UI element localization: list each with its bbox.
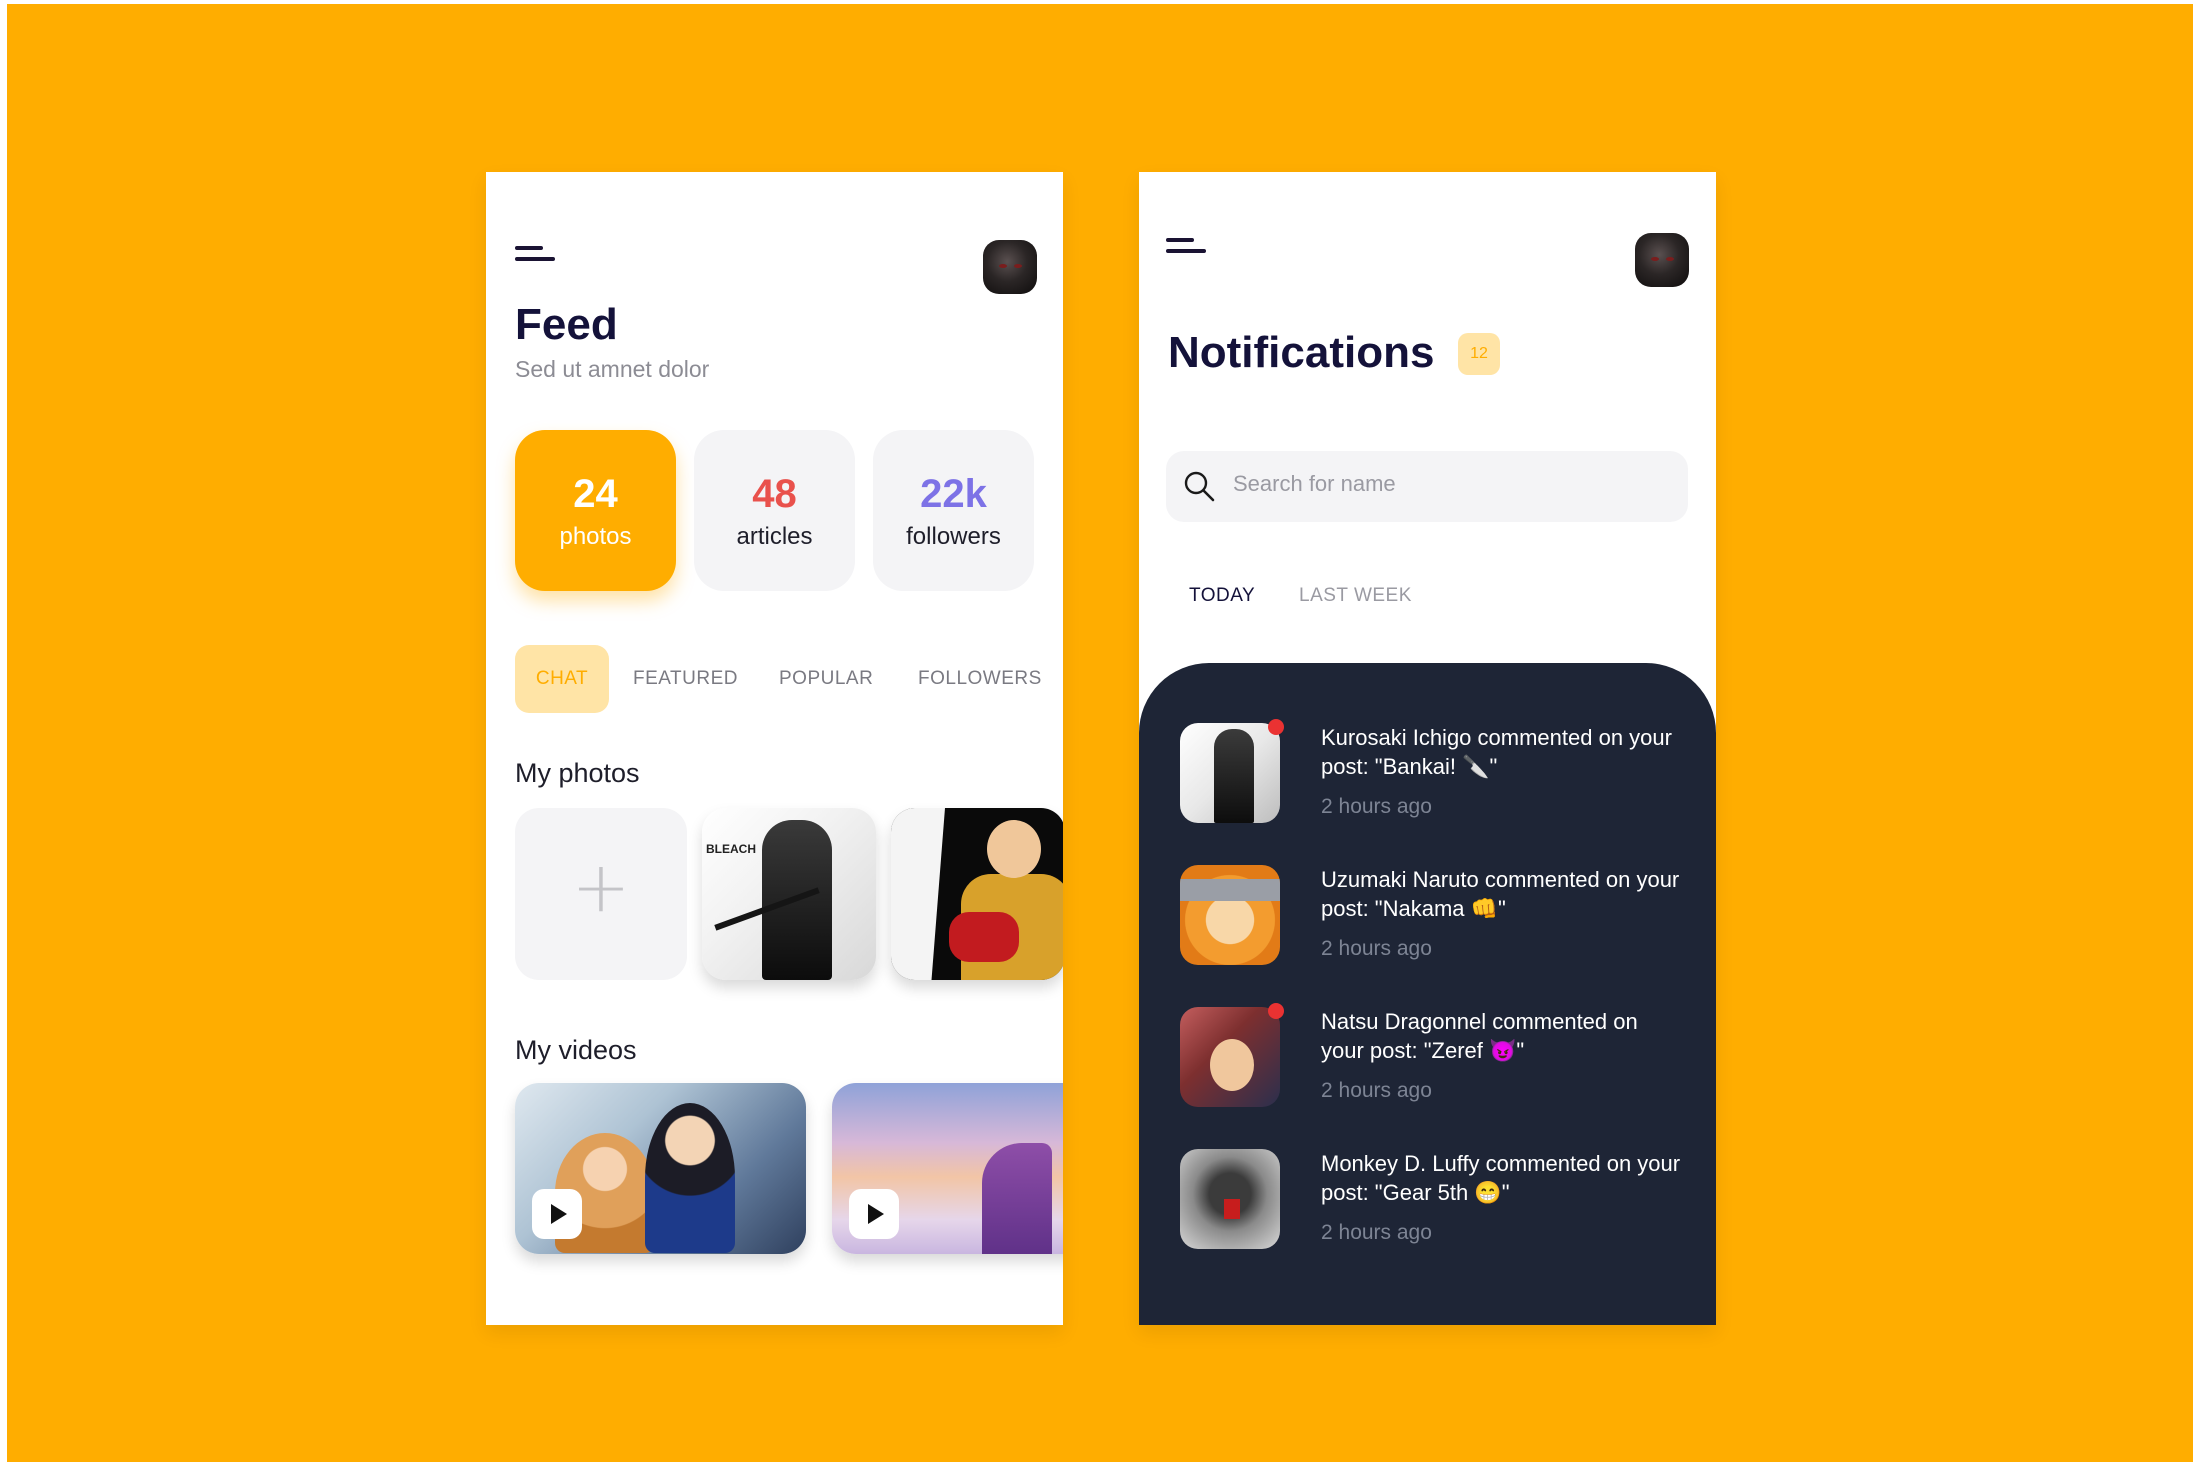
notification-text: Uzumaki Naruto commented on your post: "… bbox=[1321, 867, 1680, 921]
video-character bbox=[645, 1103, 735, 1253]
notification-time: 2 hours ago bbox=[1321, 795, 1432, 818]
photo-glove bbox=[949, 912, 1019, 962]
my-photos-heading: My photos bbox=[515, 758, 640, 788]
photo-logo-text: BLEACH bbox=[706, 842, 756, 856]
tab-popular[interactable]: POPULAR bbox=[779, 645, 873, 713]
unread-dot bbox=[1268, 719, 1284, 735]
stat-followers-value: 22k bbox=[920, 472, 987, 516]
notification-time: 2 hours ago bbox=[1321, 1079, 1432, 1102]
stat-photos-value: 24 bbox=[573, 472, 618, 516]
page-subtitle: Sed ut amnet dolor bbox=[515, 356, 710, 382]
play-icon[interactable] bbox=[532, 1189, 582, 1239]
photo-thumbnail[interactable]: BLEACH bbox=[702, 808, 876, 980]
notification-avatar[interactable] bbox=[1180, 1149, 1280, 1249]
search-icon bbox=[1184, 471, 1215, 502]
tab-today[interactable]: TODAY bbox=[1189, 585, 1255, 607]
notifications-screen: Notifications 12 Search for name TODAY L… bbox=[1139, 172, 1716, 1325]
page-title: Feed bbox=[515, 300, 618, 349]
video-thumbnail[interactable] bbox=[832, 1083, 1063, 1254]
unread-dot bbox=[1268, 1003, 1284, 1019]
stat-articles-label: articles bbox=[736, 523, 813, 550]
tab-chat[interactable]: CHAT bbox=[515, 645, 609, 713]
notification-text: Natsu Dragonnel commented on your post: … bbox=[1321, 1009, 1638, 1063]
notification-avatar[interactable] bbox=[1180, 723, 1280, 823]
tab-featured[interactable]: FEATURED bbox=[633, 645, 738, 713]
video-thumbnail[interactable] bbox=[515, 1083, 806, 1254]
page-title: Notifications bbox=[1168, 328, 1435, 377]
notification-item[interactable]: Monkey D. Luffy commented on your post: … bbox=[1180, 1149, 1680, 1249]
notification-time: 2 hours ago bbox=[1321, 937, 1432, 960]
play-icon[interactable] bbox=[849, 1189, 899, 1239]
notification-item[interactable]: Natsu Dragonnel commented on your post: … bbox=[1180, 1003, 1680, 1107]
search-input[interactable]: Search for name bbox=[1166, 451, 1688, 522]
tab-followers[interactable]: FOLLOWERS bbox=[918, 645, 1042, 713]
notification-item[interactable]: Kurosaki Ichigo commented on your post: … bbox=[1180, 719, 1680, 823]
notification-avatar[interactable] bbox=[1180, 865, 1280, 965]
avatar[interactable] bbox=[983, 240, 1037, 294]
tab-last-week[interactable]: LAST WEEK bbox=[1299, 585, 1412, 607]
my-videos-heading: My videos bbox=[515, 1035, 637, 1065]
stat-followers[interactable]: 22k followers bbox=[873, 430, 1034, 591]
notification-time: 2 hours ago bbox=[1321, 1221, 1432, 1244]
photo-head bbox=[987, 820, 1041, 878]
background-canvas: Feed Sed ut amnet dolor 24 photos 48 art… bbox=[7, 4, 2193, 1462]
notification-item[interactable]: Uzumaki Naruto commented on your post: "… bbox=[1180, 865, 1680, 965]
plus-icon: + bbox=[571, 846, 631, 928]
stat-followers-label: followers bbox=[906, 523, 1001, 550]
menu-icon[interactable] bbox=[1166, 236, 1212, 260]
menu-icon[interactable] bbox=[515, 244, 561, 268]
video-character bbox=[982, 1143, 1052, 1254]
add-photo-button[interactable]: + bbox=[515, 808, 687, 980]
search-placeholder: Search for name bbox=[1233, 471, 1396, 496]
stat-articles-value: 48 bbox=[752, 472, 797, 516]
stat-photos[interactable]: 24 photos bbox=[515, 430, 676, 591]
notification-count-badge: 12 bbox=[1458, 333, 1500, 375]
feed-screen: Feed Sed ut amnet dolor 24 photos 48 art… bbox=[486, 172, 1063, 1325]
stat-photos-label: photos bbox=[559, 523, 632, 550]
notification-avatar[interactable] bbox=[1180, 1007, 1280, 1107]
stat-articles[interactable]: 48 articles bbox=[694, 430, 855, 591]
notification-text: Monkey D. Luffy commented on your post: … bbox=[1321, 1151, 1681, 1205]
notification-text: Kurosaki Ichigo commented on your post: … bbox=[1321, 725, 1672, 779]
photo-thumbnail[interactable] bbox=[891, 808, 1063, 980]
avatar[interactable] bbox=[1635, 233, 1689, 287]
